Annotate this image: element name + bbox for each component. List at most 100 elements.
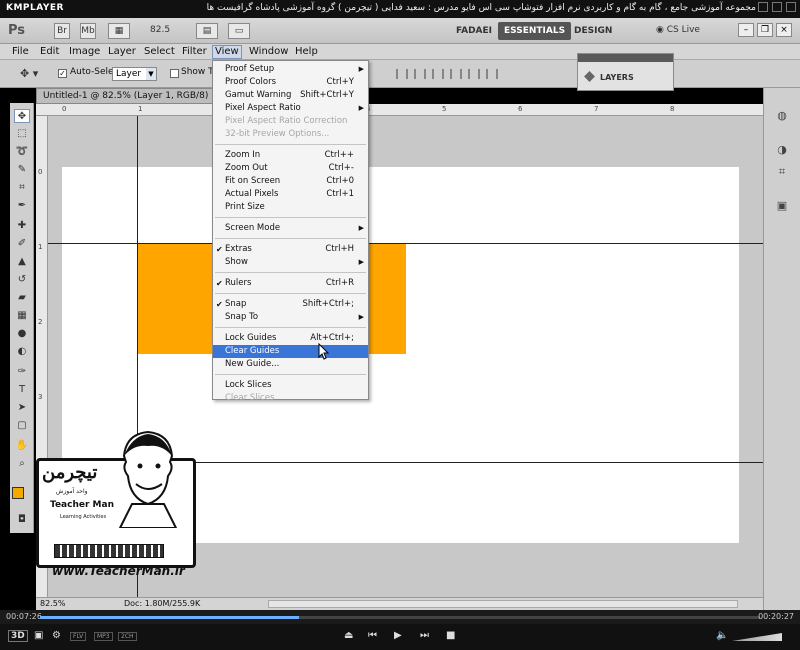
healing-brush-icon[interactable]: ✚ xyxy=(14,219,30,233)
shape-tool-icon[interactable]: ▢ xyxy=(14,419,30,433)
3d-button[interactable]: 3D xyxy=(8,630,28,642)
menu-select[interactable]: Select xyxy=(142,45,177,59)
workspace-design[interactable]: DESIGN xyxy=(568,22,618,40)
adjustments-panel-icon[interactable]: ◑ xyxy=(773,142,791,158)
view-menu-item[interactable]: ✔ Rulers Ctrl+R xyxy=(213,277,368,290)
ps-restore-button[interactable]: ❐ xyxy=(757,23,773,37)
view-menu-item[interactable]: Screen Mode ▶ xyxy=(213,222,368,235)
auto-select-checkbox[interactable]: ✓ xyxy=(58,69,67,78)
ps-minimize-button[interactable]: – xyxy=(738,23,754,37)
view-menu-item[interactable]: Pixel Aspect Ratio ▶ xyxy=(213,102,368,115)
stop-icon[interactable]: ■ xyxy=(446,630,455,641)
view-menu-item[interactable]: Snap To ▶ xyxy=(213,311,368,324)
view-menu-item[interactable]: ✔ Snap Shift+Ctrl+; xyxy=(213,298,368,311)
move-tool-preset-icon[interactable]: ✥ ▾ xyxy=(20,67,38,80)
view-menu-item[interactable]: ✔ Extras Ctrl+H xyxy=(213,243,368,256)
mini-bridge-button[interactable]: Mb xyxy=(80,23,96,39)
view-menu-item[interactable]: Show ▶ xyxy=(213,256,368,269)
ruler-top[interactable]: 0 1 2 3 4 5 6 7 8 xyxy=(36,104,763,116)
player-close-button[interactable] xyxy=(786,2,796,12)
brush-tool-icon[interactable]: ✐ xyxy=(14,237,30,251)
workspace-fadaei[interactable]: FADAEI xyxy=(450,22,498,40)
speaker-icon[interactable]: 🔈 xyxy=(716,630,728,641)
dodge-tool-icon[interactable]: ◐ xyxy=(14,345,30,359)
eraser-tool-icon[interactable]: ▰ xyxy=(14,291,30,305)
auto-select-dropdown[interactable]: Layer ▼ xyxy=(112,67,157,81)
player-progress-bar[interactable]: 00:07:26 00:20:27 xyxy=(0,610,800,624)
status-zoom[interactable]: 82.5% xyxy=(40,598,65,610)
play-icon[interactable]: ▶ xyxy=(394,630,402,641)
distribute-icon[interactable] xyxy=(468,69,480,79)
distribute-icon[interactable] xyxy=(486,69,498,79)
menu-edit[interactable]: Edit xyxy=(38,45,61,59)
type-tool-icon[interactable]: T xyxy=(14,383,30,397)
view-extras-icon[interactable]: ▦ xyxy=(108,23,130,39)
view-menu-item[interactable]: Clear Guides xyxy=(213,345,368,358)
view-menu-item[interactable]: New Guide... xyxy=(213,358,368,371)
screen-mode-icon[interactable]: ▭ xyxy=(228,23,250,39)
menu-image[interactable]: Image xyxy=(67,45,102,59)
lasso-tool-icon[interactable]: ➰ xyxy=(14,145,30,159)
menu-filter[interactable]: Filter xyxy=(180,45,209,59)
hand-tool-icon[interactable]: ✋ xyxy=(14,439,30,453)
view-menu-item[interactable]: Lock Guides Alt+Ctrl+; xyxy=(213,332,368,345)
quick-mask-icon[interactable]: ◘ xyxy=(14,513,30,527)
menu-layer[interactable]: Layer xyxy=(106,45,138,59)
marquee-tool-icon[interactable]: ⬚ xyxy=(14,127,30,141)
menu-view[interactable]: View xyxy=(212,45,242,59)
view-menu-item[interactable]: Print Size xyxy=(213,201,368,214)
seek-track[interactable] xyxy=(40,616,760,619)
player-maximize-button[interactable] xyxy=(772,2,782,12)
clone-stamp-icon[interactable]: ▲ xyxy=(14,255,30,269)
view-menu-item[interactable]: Proof Setup ▶ xyxy=(213,63,368,76)
cs-live-button[interactable]: ◉ CS Live xyxy=(656,25,700,35)
distribute-icon[interactable] xyxy=(396,69,408,79)
arrange-documents-icon[interactable]: ▤ xyxy=(196,23,218,39)
settings-gear-icon[interactable]: ⚙ xyxy=(52,630,61,641)
previous-icon[interactable]: ⏮ xyxy=(368,630,377,641)
distribute-icon[interactable] xyxy=(414,69,426,79)
view-menu-item[interactable]: Zoom Out Ctrl+- xyxy=(213,162,368,175)
horizontal-guide[interactable] xyxy=(48,243,763,244)
transform-panel-icon[interactable]: ⌗ xyxy=(773,164,791,180)
crop-tool-icon[interactable]: ⌗ xyxy=(14,181,30,195)
view-menu-item[interactable]: Actual Pixels Ctrl+1 xyxy=(213,188,368,201)
mini-bridge-panel-icon[interactable]: ▣ xyxy=(773,198,791,214)
next-icon[interactable]: ⏭ xyxy=(420,630,429,641)
menu-window[interactable]: Window xyxy=(247,45,290,59)
blur-tool-icon[interactable]: ● xyxy=(14,327,30,341)
capture-icon[interactable]: ▣ xyxy=(34,630,43,641)
foreground-color-swatch[interactable] xyxy=(12,487,24,499)
ps-close-button[interactable]: × xyxy=(776,23,792,37)
zoom-tool-icon[interactable]: ⌕ xyxy=(14,457,30,471)
volume-slider[interactable] xyxy=(732,633,782,641)
pen-tool-icon[interactable]: ✑ xyxy=(14,365,30,379)
view-menu-item[interactable]: Proof Colors Ctrl+Y xyxy=(213,76,368,89)
gradient-tool-icon[interactable]: ▦ xyxy=(14,309,30,323)
document-tab[interactable]: Untitled-1 @ 82.5% (Layer 1, RGB/8) * xyxy=(36,88,216,115)
workspace-essentials[interactable]: ESSENTIALS xyxy=(498,22,572,40)
view-menu-item[interactable]: Zoom In Ctrl++ xyxy=(213,149,368,162)
panel-header[interactable] xyxy=(578,54,673,62)
path-select-icon[interactable]: ➤ xyxy=(14,401,30,415)
show-transform-checkbox[interactable] xyxy=(170,69,179,78)
history-brush-icon[interactable]: ↺ xyxy=(14,273,30,287)
color-panel-icon[interactable]: ◍ xyxy=(773,108,791,124)
layers-panel-collapsed[interactable]: LAYERS xyxy=(577,53,674,91)
distribute-icon[interactable] xyxy=(432,69,444,79)
menu-help[interactable]: Help xyxy=(293,45,320,59)
distribute-icon[interactable] xyxy=(450,69,462,79)
quick-select-tool-icon[interactable]: ✎ xyxy=(14,163,30,177)
view-menu-item[interactable]: Fit on Screen Ctrl+0 xyxy=(213,175,368,188)
appbar-zoom-level[interactable]: 82.5 xyxy=(150,25,170,35)
player-minimize-button[interactable] xyxy=(758,2,768,12)
eject-icon[interactable]: ⏏ xyxy=(344,630,353,641)
horizontal-scrollbar[interactable] xyxy=(268,600,738,608)
move-tool-icon[interactable]: ✥ xyxy=(14,109,30,123)
menu-file[interactable]: File xyxy=(10,45,31,59)
view-menu-item[interactable]: Gamut Warning Shift+Ctrl+Y xyxy=(213,89,368,102)
status-doc-size[interactable]: Doc: 1.80M/255.9K xyxy=(124,598,200,610)
bridge-button[interactable]: Br xyxy=(54,23,70,39)
view-menu-item[interactable]: Lock Slices xyxy=(213,379,368,392)
eyedropper-tool-icon[interactable]: ✒ xyxy=(14,199,30,213)
